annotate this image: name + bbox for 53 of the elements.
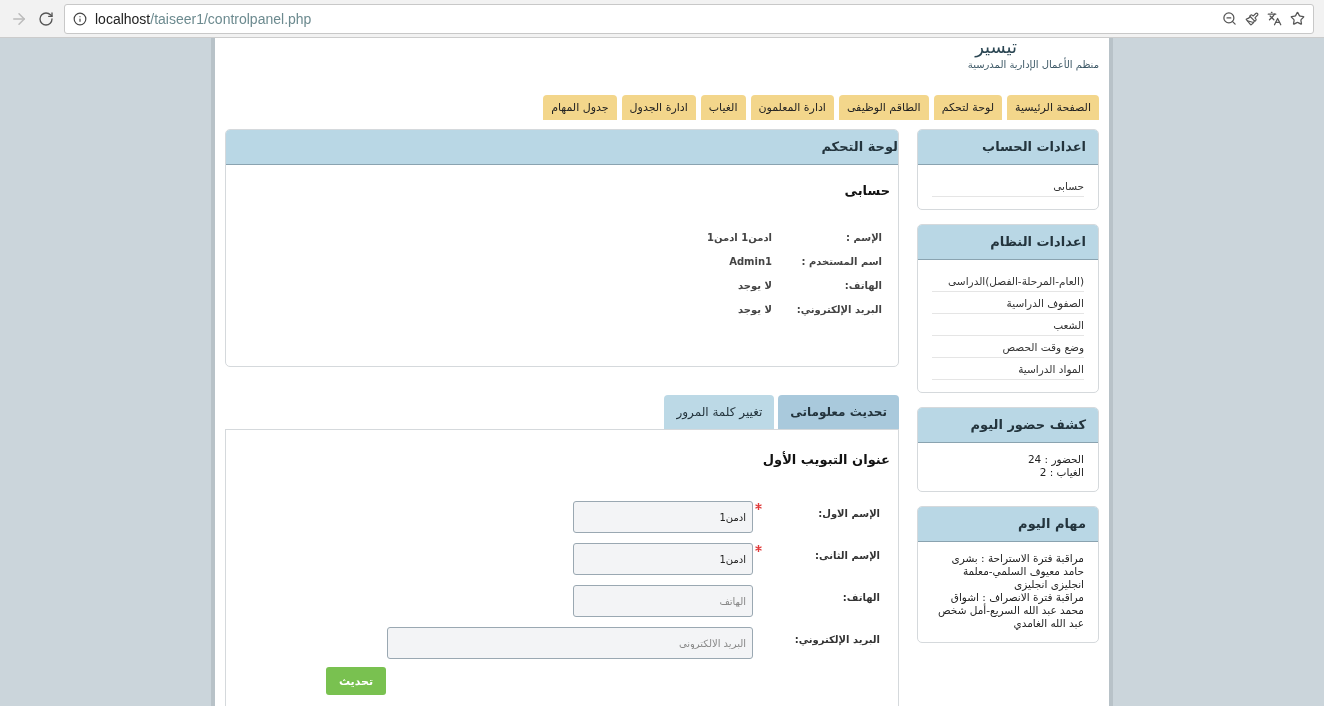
card-text: مراقبة فترة الانصراف : اشواق محمد عبد الله السريع-أمل شخص عبد الله الغامدي xyxy=(937,591,1084,630)
form-tab[interactable]: تغيير كلمة المرور xyxy=(664,395,775,429)
info-label: الإسم : xyxy=(844,232,882,243)
field-label: الإسم الثانى: xyxy=(814,549,880,561)
nav-tab[interactable]: الصفحة الرئيسية xyxy=(1007,95,1099,120)
zoom-out-icon[interactable] xyxy=(1222,11,1237,26)
card-title: اعدادات الحساب xyxy=(918,130,1098,165)
card-text: الحضور : 24 xyxy=(1026,453,1084,466)
info-icon[interactable] xyxy=(73,11,87,26)
address-bar[interactable]: localhost/taiseer1/controlpanel.php xyxy=(64,3,1314,34)
site-tagline: منظم الأعمال الإدارية المدرسية xyxy=(967,59,1099,70)
input-field[interactable]: ادمن1 xyxy=(573,501,753,533)
field-label: البريد الإلكتروني: xyxy=(793,633,880,645)
bookmark-star-icon[interactable] xyxy=(1290,11,1305,26)
sidebar-link[interactable]: الصفوف الدراسية xyxy=(932,292,1084,314)
info-value: لا يوجد xyxy=(737,280,772,291)
sidebar-link[interactable]: (العام-المرحلة-الفصل)الدراسى xyxy=(932,270,1084,292)
info-value: ادمن1 ادمن1 xyxy=(706,232,772,243)
nav-tab[interactable]: الغياب xyxy=(700,95,746,120)
input-field[interactable]: الهاتف xyxy=(573,585,753,617)
sidebar-link[interactable]: وضع وقت الحصص xyxy=(932,336,1084,358)
nav-tab[interactable]: لوحة لتحكم xyxy=(933,95,1003,120)
panel-title: لوحة التحكم xyxy=(226,130,898,165)
field-label: الإسم الاول: xyxy=(817,507,880,519)
nav-tab[interactable]: الطاقم الوظيفى xyxy=(838,95,929,120)
form-tab[interactable]: تحديث معلوماتى xyxy=(778,395,899,429)
card-title: كشف حضور اليوم xyxy=(918,408,1098,443)
translate-icon[interactable] xyxy=(1267,11,1282,26)
info-label: اسم المستخدم : xyxy=(800,256,882,267)
card-text: الغياب : 2 xyxy=(1038,466,1084,479)
nav-tab[interactable]: جدول المهام xyxy=(543,95,617,120)
info-label: البريد الإلكتروني: xyxy=(795,304,882,315)
nav-tab[interactable]: ادارة الجدول xyxy=(621,95,696,120)
field-label: الهاتف: xyxy=(841,591,880,603)
sidebar-link[interactable]: حسابى xyxy=(932,175,1084,197)
reload-icon[interactable] xyxy=(38,10,54,27)
required-asterisk-icon xyxy=(755,503,762,510)
section-heading: حسابى xyxy=(843,183,890,198)
card-text: مراقبة فترة الاستراحة : بشرى حامد معيوف السلمي-معلمة انجليزى انجليزى xyxy=(950,552,1084,591)
info-value: لا يوجد xyxy=(737,304,772,315)
input-field[interactable]: البريد الالكترونى xyxy=(387,627,753,659)
info-label: الهاتف: xyxy=(843,280,882,291)
nav-tab[interactable]: ادارة المعلمون xyxy=(750,95,834,120)
sidebar-link[interactable]: المواد الدراسية xyxy=(932,358,1084,380)
sidebar-link[interactable]: الشعب xyxy=(932,314,1084,336)
required-asterisk-icon xyxy=(755,545,762,552)
site-logo: تيسير xyxy=(975,38,1017,56)
brush-icon[interactable] xyxy=(1245,11,1259,26)
form-heading: عنوان التبويب الأول xyxy=(761,452,890,467)
card-title: اعدادات النظام xyxy=(918,225,1098,260)
input-field[interactable]: ادمن1 xyxy=(573,543,753,575)
card-title: مهام اليوم xyxy=(918,507,1098,542)
info-value: Admin1 xyxy=(728,256,772,267)
